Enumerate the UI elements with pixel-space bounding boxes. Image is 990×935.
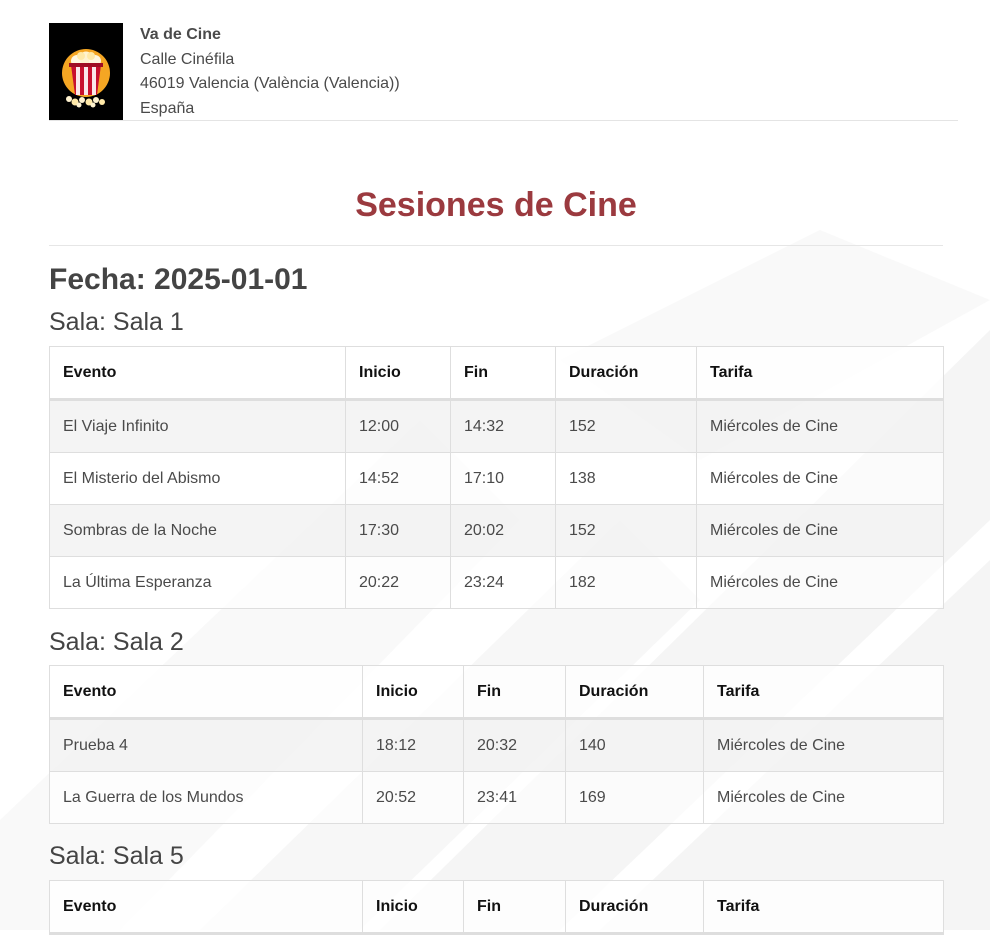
column-header-duracion: Duración xyxy=(565,665,704,720)
room-heading: Sala: Sala 1 xyxy=(49,308,184,336)
cell-fin: 17:10 xyxy=(450,452,556,505)
column-header-evento: Evento xyxy=(49,880,363,935)
column-header-inicio: Inicio xyxy=(345,346,451,401)
column-header-inicio: Inicio xyxy=(362,665,464,720)
cell-evento: La Última Esperanza xyxy=(49,556,346,609)
cell-inicio: 20:22 xyxy=(345,556,451,609)
cell-duracion: 152 xyxy=(555,399,697,453)
cell-evento: La Guerra de los Mundos xyxy=(49,771,363,824)
company-name: Va de Cine xyxy=(140,26,221,43)
sessions-table: Evento Inicio Fin Duración Tarifa xyxy=(49,880,944,935)
table-row: La Guerra de los Mundos 20:52 23:41 169 … xyxy=(49,771,944,824)
company-street: Calle Cinéfila xyxy=(140,50,235,68)
column-header-evento: Evento xyxy=(49,346,346,401)
column-header-duracion: Duración xyxy=(565,880,704,935)
column-header-fin: Fin xyxy=(463,880,566,935)
cell-tarifa: Miércoles de Cine xyxy=(696,399,944,453)
cell-duracion: 182 xyxy=(555,556,697,609)
cell-tarifa: Miércoles de Cine xyxy=(703,718,944,772)
cell-inicio: 20:52 xyxy=(362,771,464,824)
cell-inicio: 12:00 xyxy=(345,399,451,453)
column-header-tarifa: Tarifa xyxy=(696,346,944,401)
cell-inicio: 18:12 xyxy=(362,718,464,772)
table-row: La Última Esperanza 20:22 23:24 182 Miér… xyxy=(49,556,944,609)
table-row: El Misterio del Abismo 14:52 17:10 138 M… xyxy=(49,452,944,505)
table-header-row: Evento Inicio Fin Duración Tarifa xyxy=(49,880,944,935)
sessions-table: Evento Inicio Fin Duración Tarifa Prueba… xyxy=(49,665,944,824)
cell-duracion: 152 xyxy=(555,504,697,557)
cell-tarifa: Miércoles de Cine xyxy=(696,556,944,609)
company-header: Va de Cine Calle Cinéfila 46019 Valencia… xyxy=(49,23,958,121)
cell-tarifa: Miércoles de Cine xyxy=(703,771,944,824)
report-title: Sesiones de Cine xyxy=(355,186,637,224)
company-address: Va de Cine Calle Cinéfila 46019 Valencia… xyxy=(140,23,400,121)
room-heading: Sala: Sala 2 xyxy=(49,628,184,656)
cell-fin: 20:02 xyxy=(450,504,556,557)
cell-tarifa: Miércoles de Cine xyxy=(696,452,944,505)
cell-evento: Prueba 4 xyxy=(49,718,363,772)
column-header-fin: Fin xyxy=(450,346,556,401)
report-date: Fecha: 2025-01-01 xyxy=(49,263,308,296)
cell-fin: 23:24 xyxy=(450,556,556,609)
column-header-evento: Evento xyxy=(49,665,363,720)
company-city: 46019 Valencia (València (Valencia)) xyxy=(140,75,400,92)
company-country: España xyxy=(140,99,195,117)
cell-evento: El Misterio del Abismo xyxy=(49,452,346,505)
room-heading: Sala: Sala 5 xyxy=(49,842,184,870)
cell-tarifa: Miércoles de Cine xyxy=(696,504,944,557)
company-logo xyxy=(49,23,123,120)
column-header-tarifa: Tarifa xyxy=(703,880,944,935)
column-header-inicio: Inicio xyxy=(362,880,464,935)
column-header-tarifa: Tarifa xyxy=(703,665,944,720)
table-row: El Viaje Infinito 12:00 14:32 152 Miérco… xyxy=(49,399,944,453)
title-divider xyxy=(49,245,943,246)
table-header-row: Evento Inicio Fin Duración Tarifa xyxy=(49,346,944,401)
table-row: Sombras de la Noche 17:30 20:02 152 Miér… xyxy=(49,504,944,557)
cell-inicio: 14:52 xyxy=(345,452,451,505)
cell-fin: 23:41 xyxy=(463,771,566,824)
cell-duracion: 138 xyxy=(555,452,697,505)
table-header-row: Evento Inicio Fin Duración Tarifa xyxy=(49,665,944,720)
popcorn-icon xyxy=(62,49,110,108)
column-header-duracion: Duración xyxy=(555,346,697,401)
cell-inicio: 17:30 xyxy=(345,504,451,557)
cell-evento: El Viaje Infinito xyxy=(49,399,346,453)
cell-duracion: 169 xyxy=(565,771,704,824)
column-header-fin: Fin xyxy=(463,665,566,720)
cell-fin: 14:32 xyxy=(450,399,556,453)
sessions-table: Evento Inicio Fin Duración Tarifa El Via… xyxy=(49,346,944,609)
cell-fin: 20:32 xyxy=(463,718,566,772)
table-row: Prueba 4 18:12 20:32 140 Miércoles de Ci… xyxy=(49,718,944,772)
cell-evento: Sombras de la Noche xyxy=(49,504,346,557)
cell-duracion: 140 xyxy=(565,718,704,772)
